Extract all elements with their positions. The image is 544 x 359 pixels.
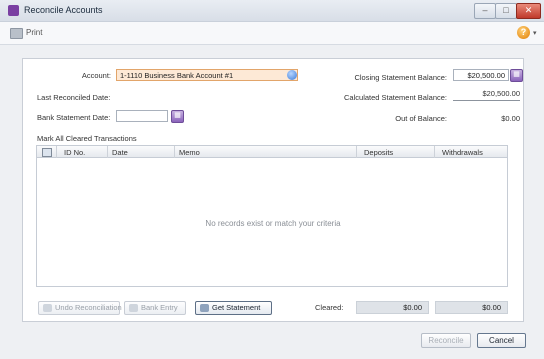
get-statement-icon [200, 304, 209, 312]
help-icon[interactable]: ? [517, 26, 530, 39]
cancel-button[interactable]: Cancel [477, 333, 526, 348]
closing-balance-calculator-icon[interactable]: ▦ [510, 69, 523, 82]
statement-date-field[interactable] [116, 110, 168, 122]
column-divider [434, 146, 435, 158]
bank-entry-icon [129, 304, 138, 312]
maximize-button[interactable]: □ [495, 3, 517, 19]
help-dropdown-icon[interactable]: ▾ [533, 29, 537, 37]
reconcile-button[interactable]: Reconcile [421, 333, 471, 348]
account-field[interactable]: 1-1110 Business Bank Account #1 [116, 69, 298, 81]
select-all-checkbox[interactable] [42, 148, 52, 157]
statement-date-label: Bank Statement Date: [37, 113, 111, 122]
column-divider [174, 146, 175, 158]
mark-all-cleared-label: Mark All Cleared Transactions [37, 134, 137, 143]
column-withdrawals[interactable]: Withdrawals [442, 148, 483, 157]
reconcile-panel: Account: 1-1110 Business Bank Account #1… [22, 58, 524, 322]
transactions-grid[interactable]: No records exist or match your criteria [36, 158, 508, 287]
calendar-icon[interactable]: ▦ [171, 110, 184, 123]
cleared-withdrawals-total: $0.00 [435, 301, 508, 314]
calculated-balance-label: Calculated Statement Balance: [344, 93, 447, 102]
toolbar: Print ? ▾ [0, 22, 544, 45]
title-bar: Reconcile Accounts – □ ✕ [0, 0, 544, 22]
get-statement-label: Get Statement [212, 303, 261, 312]
column-deposits[interactable]: Deposits [364, 148, 393, 157]
calculated-balance-value: $20,500.00 [453, 89, 520, 101]
reconcile-accounts-window: Reconcile Accounts – □ ✕ Print ? ▾ Accou… [0, 0, 544, 359]
column-divider [356, 146, 357, 158]
closing-balance-field[interactable]: $20,500.00 [453, 69, 509, 81]
out-of-balance-label: Out of Balance: [395, 114, 447, 123]
account-label: Account: [81, 71, 111, 80]
last-reconciled-label: Last Reconciled Date: [37, 93, 111, 102]
out-of-balance-value: $0.00 [501, 114, 520, 123]
minimize-button[interactable]: – [474, 3, 496, 19]
close-button[interactable]: ✕ [516, 3, 541, 19]
undo-icon [43, 304, 52, 312]
undo-reconciliation-button[interactable]: Undo Reconciliation [38, 301, 122, 315]
undo-reconciliation-label: Undo Reconciliation [55, 303, 122, 312]
account-lookup-icon[interactable] [287, 70, 297, 80]
cleared-deposits-total: $0.00 [356, 301, 429, 314]
column-id-no[interactable]: ID No. [64, 148, 85, 157]
empty-grid-message: No records exist or match your criteria [205, 219, 341, 228]
window-title: Reconcile Accounts [24, 5, 103, 15]
print-button[interactable]: Print [26, 28, 42, 37]
column-memo[interactable]: Memo [179, 148, 200, 157]
transactions-grid-header: ID No. Date Memo Deposits Withdrawals [36, 145, 508, 158]
bank-entry-button[interactable]: Bank Entry [124, 301, 186, 315]
closing-balance-label: Closing Statement Balance: [354, 73, 447, 82]
column-divider [107, 146, 108, 158]
cleared-label: Cleared: [315, 303, 344, 312]
printer-icon[interactable] [10, 28, 23, 39]
column-divider [56, 146, 57, 158]
column-date[interactable]: Date [112, 148, 128, 157]
app-icon [8, 5, 19, 16]
bank-entry-label: Bank Entry [141, 303, 178, 312]
get-statement-button[interactable]: Get Statement [195, 301, 272, 315]
